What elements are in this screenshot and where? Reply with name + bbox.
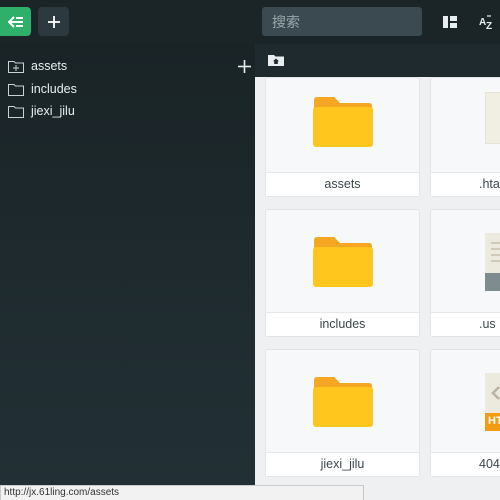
status-bar-url: http://jx.61ling.com/assets (0, 485, 364, 500)
folder-plus-icon (8, 60, 24, 73)
file-card-assets[interactable]: assets (265, 77, 420, 197)
file-card-jiexi-jilu[interactable]: jiexi_jilu (265, 349, 420, 477)
tree-item-label: includes (31, 82, 77, 96)
file-name: jiexi_jilu (266, 452, 419, 476)
file-grid: assets .hta includes .us jiexi_jilu HT 4… (255, 77, 500, 485)
file-type-badge: HT (488, 415, 500, 427)
content-bottom (364, 485, 500, 500)
folder-icon (8, 83, 24, 96)
home-folder-icon[interactable] (268, 54, 284, 66)
tree-item-assets[interactable]: assets (8, 56, 67, 76)
tree-item-label: assets (31, 59, 68, 73)
breadcrumb (255, 44, 500, 77)
file-card-user-ini[interactable]: .us (430, 209, 500, 337)
file-name: assets (266, 172, 419, 196)
file-icon (485, 92, 500, 144)
tree-item-label: jiexi_jilu (31, 104, 75, 118)
sort-az-icon: A Z (479, 15, 492, 30)
folder-icon (8, 105, 24, 118)
file-card-htaccess[interactable]: .hta (430, 77, 500, 197)
tree-item-includes[interactable]: includes (8, 79, 77, 99)
folder-icon (313, 377, 373, 427)
file-name: .us (431, 312, 500, 336)
back-icon (7, 15, 23, 28)
file-card-404-html[interactable]: HT 404 (430, 349, 500, 477)
folder-tree-sidebar: assets includes jiexi_jilu (0, 44, 255, 485)
tree-item-jiexi-jilu[interactable]: jiexi_jilu (8, 101, 75, 121)
file-name: 404 (431, 452, 500, 476)
layout-toggle-button[interactable] (438, 10, 462, 34)
grid-view-icon (443, 16, 457, 28)
file-card-includes[interactable]: includes (265, 209, 420, 337)
add-button[interactable] (38, 7, 69, 36)
toggle-sidebar-button[interactable] (0, 7, 31, 36)
sort-button[interactable]: A Z (475, 10, 499, 34)
folder-icon (313, 97, 373, 147)
folder-icon (313, 237, 373, 287)
search-input[interactable] (262, 7, 422, 36)
top-toolbar: A Z (0, 0, 500, 44)
file-name: includes (266, 312, 419, 336)
text-file-icon (485, 233, 500, 291)
file-name: .hta (431, 172, 500, 196)
new-folder-button[interactable] (233, 55, 255, 77)
svg-text:Z: Z (486, 21, 492, 30)
plus-icon (47, 15, 60, 28)
plus-icon (237, 59, 251, 73)
